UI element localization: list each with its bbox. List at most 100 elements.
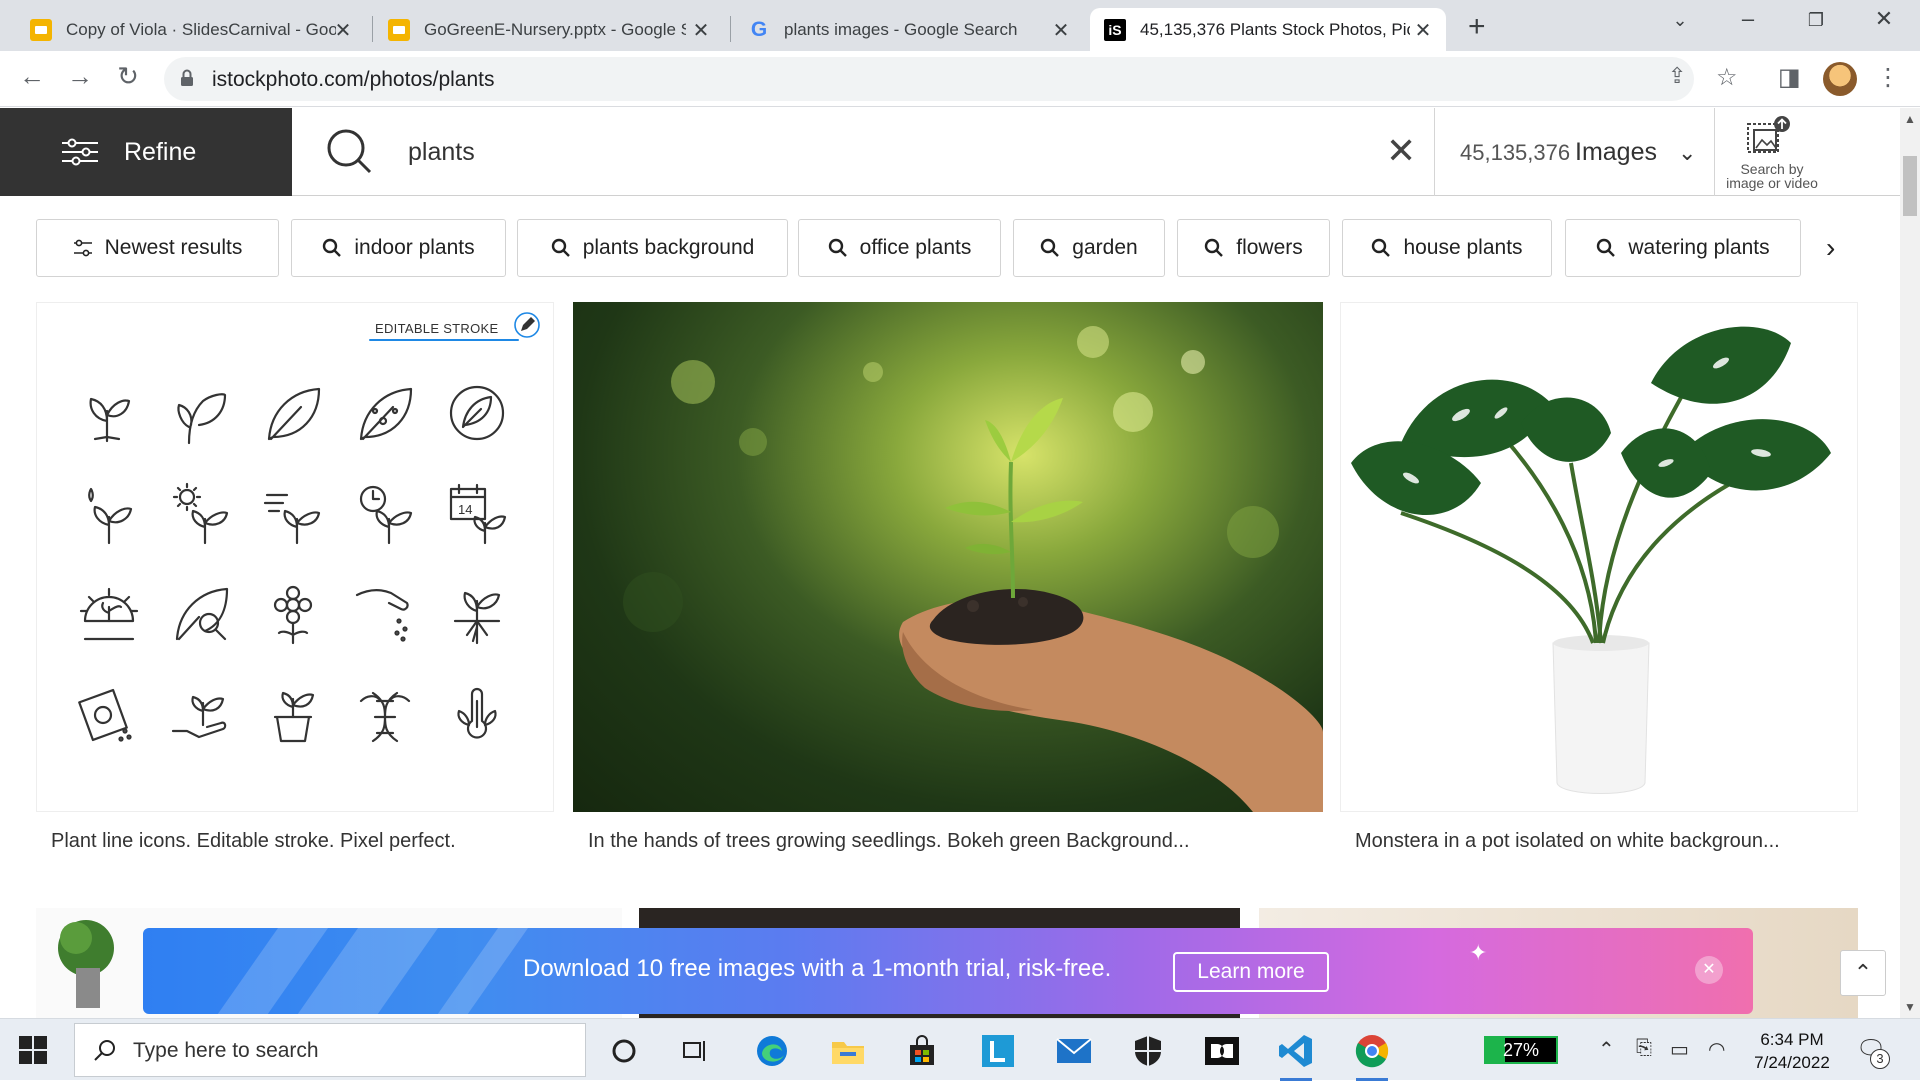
cortana-icon[interactable] [600, 1027, 648, 1075]
show-hidden-icons-chevron-icon[interactable]: ⌃ [1598, 1037, 1615, 1062]
wifi-icon[interactable]: ◠ [1708, 1037, 1725, 1062]
refine-button[interactable]: Refine [0, 108, 292, 196]
roots-plant-icon [453, 591, 501, 645]
learn-more-button[interactable]: Learn more [1173, 952, 1329, 992]
lens-app-icon[interactable] [974, 1027, 1022, 1075]
scroll-down-icon[interactable]: ▼ [1904, 1000, 1916, 1014]
forward-button[interactable]: → [62, 61, 98, 92]
seed-packet-icon [78, 688, 132, 742]
windows-taskbar: Type here to search 27% ⌃ ⎘ ▭ ◠ 6:34 PM … [0, 1018, 1920, 1081]
close-icon[interactable]: ✕ [690, 18, 712, 43]
address-bar[interactable]: istockphoto.com/photos/plants [164, 57, 1694, 101]
lock-icon [181, 69, 193, 86]
tab-google-search[interactable]: G plants images - Google Search ✕ [734, 8, 1084, 51]
chip-newest-results[interactable]: Newest results [36, 219, 279, 277]
diseased-leaf-icon [359, 387, 413, 441]
tab-title: GoGreenE-Nursery.pptx - Google Slides [424, 19, 686, 39]
reload-button[interactable]: ↻ [110, 61, 146, 92]
microsoft-store-icon[interactable] [898, 1027, 946, 1075]
chip-house-plants[interactable]: house plants [1342, 219, 1552, 277]
notification-center-icon[interactable]: 🗨 3 [1856, 1035, 1890, 1069]
free-trial-banner: Download 10 free images with a 1-month t… [143, 928, 1753, 1014]
editable-stroke-badge: EDITABLE STROKE [375, 321, 499, 336]
restore-button[interactable]: ❐ [1796, 10, 1836, 31]
chip-indoor-plants[interactable]: indoor plants [291, 219, 506, 277]
scroll-up-icon[interactable]: ▲ [1904, 112, 1916, 126]
mail-icon[interactable] [1050, 1027, 1098, 1075]
close-banner-icon[interactable]: ✕ [1695, 956, 1723, 984]
result-caption[interactable]: Monstera in a pot isolated on white back… [1355, 830, 1780, 853]
file-explorer-icon[interactable] [824, 1027, 872, 1075]
battery-meter[interactable]: 27% [1484, 1036, 1558, 1064]
tab-istock-plants[interactable]: iS 45,135,376 Plants Stock Photos, Pictu… [1090, 8, 1446, 51]
chip-label: plants background [582, 236, 755, 259]
close-icon[interactable]: ✕ [1050, 18, 1072, 43]
bookmark-star-icon[interactable]: ☆ [1716, 63, 1738, 92]
edge-icon[interactable] [748, 1027, 796, 1075]
sparkle-icon: ✦ [1469, 940, 1488, 965]
search-icon [323, 238, 342, 257]
back-to-top-button[interactable]: ⌃ [1840, 950, 1886, 996]
new-tab-button[interactable]: + [1468, 10, 1486, 44]
page-scrollbar[interactable]: ▲ ▼ [1900, 108, 1920, 1018]
battery-icon[interactable]: ▭ [1670, 1037, 1689, 1062]
search-icon [1372, 238, 1391, 257]
dolby-icon[interactable] [1198, 1027, 1246, 1075]
istock-search-bar: plants ✕ 45,135,376 Images ⌄ Search by i… [292, 108, 1900, 196]
sunrise-plant-icon [79, 587, 139, 641]
chip-watering-plants[interactable]: watering plants [1565, 219, 1801, 277]
tab-title: 45,135,376 Plants Stock Photos, Pictures… [1140, 19, 1410, 39]
leaf-icon [267, 387, 321, 441]
result-caption[interactable]: Plant line icons. Editable stroke. Pixel… [51, 830, 456, 853]
result-image-monstera[interactable] [1340, 302, 1858, 812]
side-panel-icon[interactable]: ◨ [1778, 63, 1801, 92]
vscode-icon[interactable] [1272, 1027, 1320, 1081]
tab-gogreen-nursery[interactable]: GoGreenE-Nursery.pptx - Google Slides ✕ [374, 8, 724, 51]
scrollbar-thumb[interactable] [1903, 156, 1917, 216]
minimize-button[interactable]: – [1728, 6, 1768, 32]
media-type-select[interactable]: Images [1575, 138, 1657, 167]
result-caption[interactable]: In the hands of trees growing seedlings.… [588, 830, 1190, 853]
taskbar-search-box[interactable]: Type here to search [74, 1023, 586, 1077]
clear-search-icon[interactable]: ✕ [1386, 130, 1416, 172]
meet-now-icon[interactable]: ⎘ [1636, 1037, 1652, 1060]
clock-date: 7/24/2022 [1754, 1053, 1830, 1072]
tab-search-chevron-icon[interactable]: ⌄ [1660, 10, 1700, 31]
share-icon[interactable]: ⇪ [1668, 63, 1686, 89]
windows-start-icon[interactable] [18, 1035, 48, 1065]
result-image-seedling-hands[interactable] [573, 302, 1323, 812]
chip-plants-background[interactable]: plants background [517, 219, 788, 277]
close-icon[interactable]: ✕ [332, 18, 354, 43]
slides-icon [30, 18, 52, 41]
chip-office-plants[interactable]: office plants [798, 219, 1001, 277]
back-button[interactable]: ← [14, 61, 50, 92]
search-input[interactable]: plants [408, 138, 475, 167]
flower-icon [273, 585, 313, 645]
window-close-button[interactable]: ✕ [1864, 6, 1904, 32]
system-clock[interactable]: 6:34 PM 7/24/2022 [1742, 1028, 1842, 1074]
tab-title: plants images - Google Search [784, 19, 1018, 39]
search-by-image-icon[interactable] [1744, 116, 1794, 160]
browser-menu-icon[interactable]: ⋮ [1876, 63, 1900, 92]
leaf-pair-icon [177, 393, 227, 445]
chevron-down-icon[interactable]: ⌄ [1678, 140, 1696, 166]
chevron-right-icon[interactable]: › [1826, 232, 1835, 264]
search-icon [1597, 238, 1616, 257]
clock-plant-icon [359, 485, 413, 545]
profile-avatar[interactable] [1823, 62, 1857, 96]
result-count: 45,135,376 [1460, 140, 1571, 165]
tab-slides-viola[interactable]: Copy of Viola · SlidesCarnival - Google … [16, 8, 366, 51]
badge-underline [369, 339, 519, 341]
search-by-image-label[interactable]: Search by image or video [1722, 162, 1822, 190]
security-shield-icon[interactable] [1124, 1027, 1172, 1075]
chrome-icon[interactable] [1348, 1027, 1396, 1081]
sliders-icon [62, 138, 98, 166]
leaf-magnifier-icon [175, 587, 229, 641]
chip-label: indoor plants [354, 236, 475, 259]
chip-garden[interactable]: garden [1013, 219, 1165, 277]
close-icon[interactable]: ✕ [1412, 18, 1434, 43]
task-view-icon[interactable] [672, 1027, 720, 1075]
calendar-plant-icon: 14 [449, 483, 507, 545]
result-image-plant-icons[interactable]: EDITABLE STROKE 14 [36, 302, 554, 812]
chip-flowers[interactable]: flowers [1177, 219, 1330, 277]
